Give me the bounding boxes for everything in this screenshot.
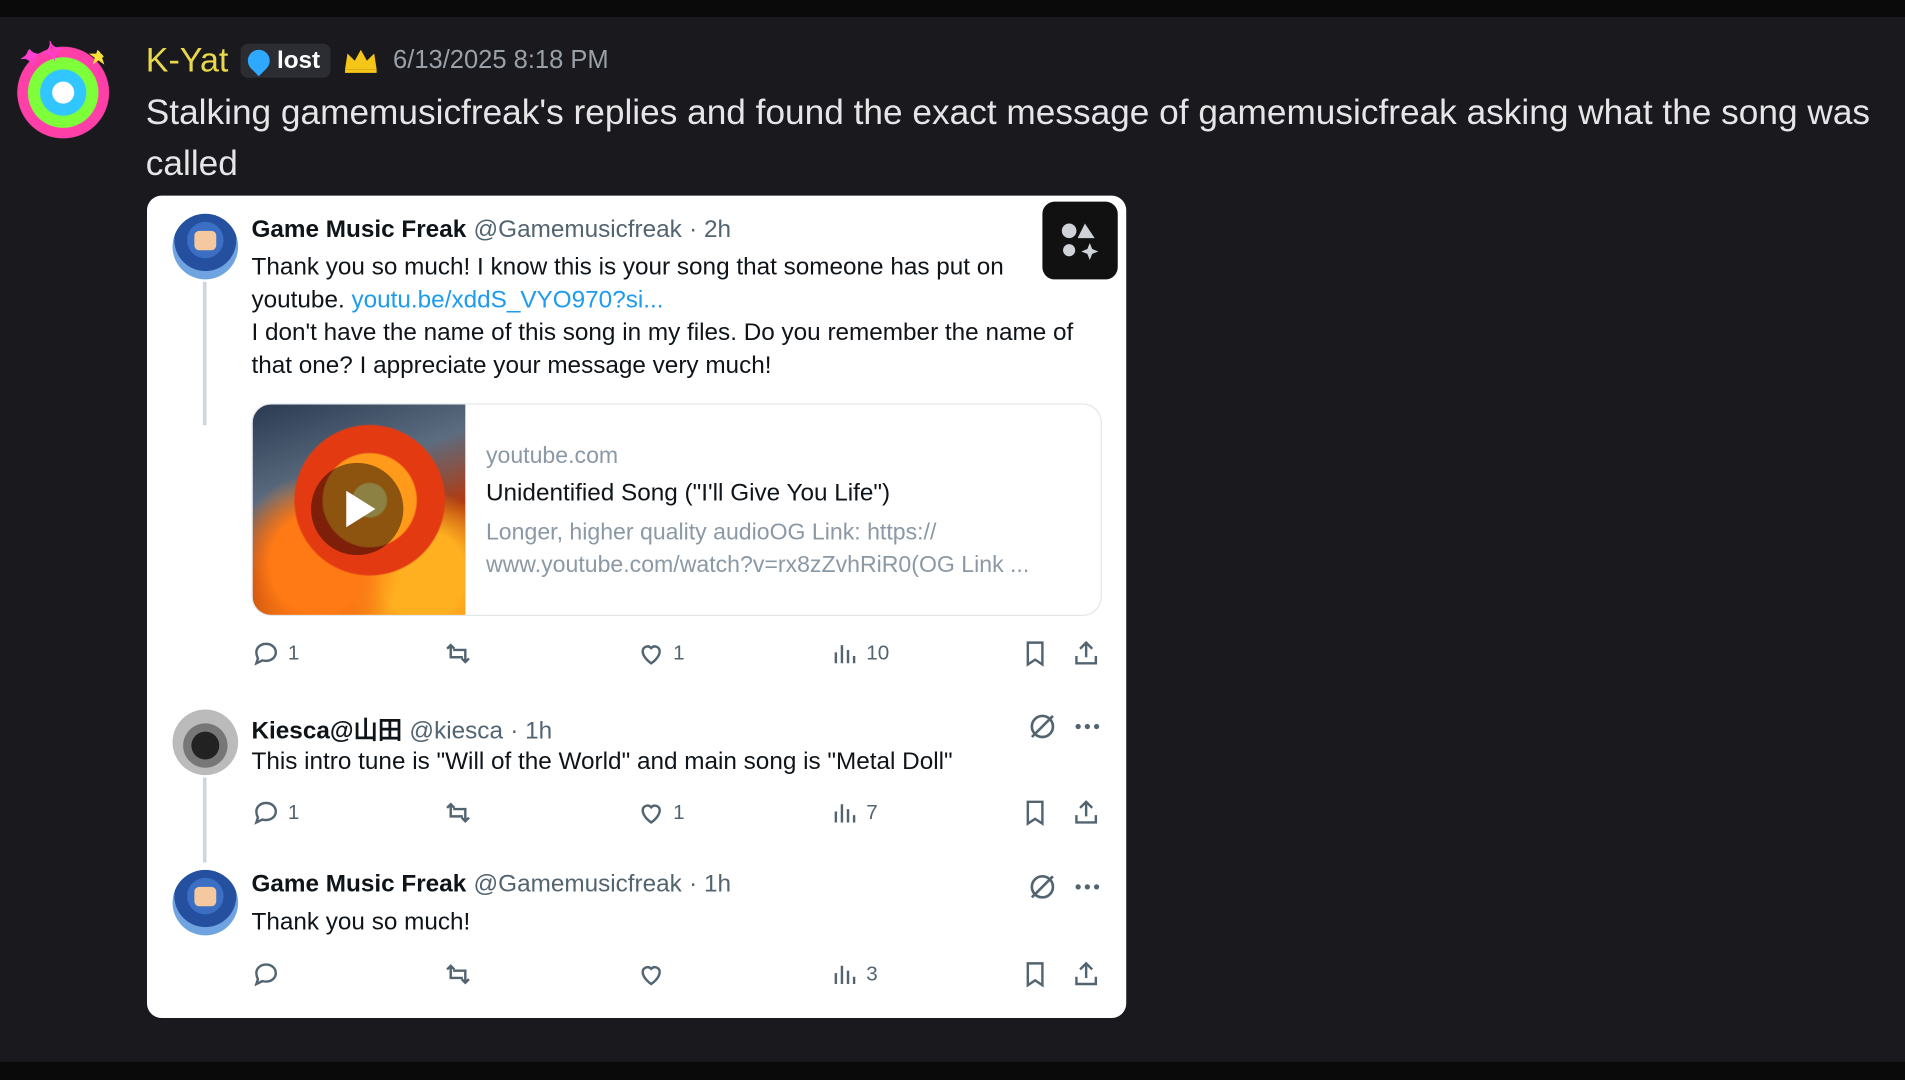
share-icon: [1075, 961, 1098, 986]
views-action: 10: [830, 639, 889, 668]
tweet-actions: 1 1 7: [251, 798, 1101, 832]
share-action: [1072, 639, 1101, 668]
avatar-star-art: ★: [87, 43, 110, 71]
card-domain: youtube.com: [485, 443, 619, 469]
tweet-author-name: Game Music Freak: [251, 216, 467, 243]
reply-action: [251, 960, 280, 989]
share-icon: [1075, 800, 1098, 824]
like-action: 1: [637, 798, 685, 827]
tweet-header: Game Music Freak @Gamemusicfreak · 1h: [251, 871, 731, 899]
avatar-scribble-art: ✦✧: [16, 36, 68, 75]
reply-action: 1: [251, 798, 299, 827]
reply-icon: [254, 801, 278, 825]
views-action: 7: [830, 798, 878, 827]
bookmark-icon: [1026, 800, 1044, 826]
top-bar: [0, 0, 1905, 18]
bookmark-action: [1021, 639, 1050, 668]
username[interactable]: K-Yat: [146, 41, 229, 80]
tweet-body-line: I don't have the name of this song in my…: [251, 319, 1074, 380]
reply-icon: [254, 963, 278, 987]
tweet-handle: @Gamemusicfreak: [473, 871, 682, 898]
like-count: 1: [673, 641, 685, 665]
views-count: 7: [866, 800, 878, 824]
reply-icon: [254, 642, 278, 666]
tweet-avatar: [172, 709, 239, 776]
reply-count: 1: [287, 641, 300, 665]
share-action: [1072, 960, 1101, 989]
link-card: youtube.com Unidentified Song ("I'll Giv…: [251, 403, 1102, 616]
heart-icon: [641, 804, 661, 824]
like-action: [637, 960, 666, 989]
retweet-icon: [446, 964, 470, 985]
card-title: Unidentified Song ("I'll Give You Life"): [485, 479, 891, 507]
card-description: Longer, higher quality audioOG Link: htt…: [485, 519, 1030, 579]
heart-icon: [641, 966, 661, 986]
retweet-action: [443, 798, 472, 827]
tweet-actions: 1 1 10: [251, 639, 1101, 673]
share-icon: [1075, 640, 1098, 665]
more-icon: [1075, 723, 1100, 730]
tweet-body-line: Thank you so much! I know this is your s…: [251, 253, 1004, 281]
reply-count: 1: [287, 800, 300, 824]
discord-message-view: ✦✧ ★ K-Yat lost 6/13/2025 8:18 PM Stalki…: [0, 0, 1905, 1080]
tweet-actions: 3: [251, 960, 1101, 994]
tweet-handle: @kiesca: [409, 717, 503, 745]
retweet-icon: [446, 643, 470, 664]
tweet-avatar: [172, 869, 239, 936]
message-header: K-Yat lost 6/13/2025 8:18 PM: [146, 36, 609, 85]
views-count: 3: [866, 962, 878, 986]
video-thumbnail: [252, 404, 466, 615]
role-tag[interactable]: lost: [240, 43, 330, 78]
grok-icon: [1030, 874, 1055, 899]
views-count: 10: [866, 641, 890, 665]
ai-sparkle-button[interactable]: [1042, 201, 1118, 280]
crown-icon: [344, 49, 377, 73]
water-drop-icon: [243, 45, 275, 77]
tweet-time: · 2h: [689, 216, 732, 243]
more-icon: [1075, 884, 1100, 890]
views-icon: [834, 645, 856, 664]
tweet-header: Kiesca@山田 @kiesca · 1h: [251, 711, 552, 746]
bookmark-icon: [1026, 962, 1044, 988]
tweet-avatar: [172, 213, 239, 280]
retweet-action: [443, 639, 472, 668]
play-button: [311, 462, 404, 556]
views-action: 3: [830, 960, 878, 989]
thread-line: [202, 777, 207, 863]
tweet-time: · 1h: [510, 717, 553, 745]
bookmark-action: [1021, 960, 1050, 989]
user-avatar[interactable]: ✦✧ ★: [12, 36, 115, 139]
retweet-action: [443, 960, 472, 989]
like-count: 1: [673, 800, 685, 824]
tweet-link: youtu.be/xddS_VYO970?si...: [351, 286, 664, 314]
tweet-body-line: youtube. youtu.be/xddS_VYO970?si...: [251, 284, 1101, 317]
message-text: Stalking gamemusicfreak's replies and fo…: [145, 93, 1871, 184]
grok-icon: [1030, 714, 1055, 739]
views-icon: [834, 965, 856, 985]
tweet-handle: @Gamemusicfreak: [473, 216, 682, 243]
bookmark-icon: [1026, 641, 1044, 667]
tweet-author-name: Kiesca@山田: [251, 717, 403, 745]
tweet-body: This intro tune is "Will of the World" a…: [251, 748, 953, 776]
share-action: [1072, 798, 1101, 827]
thread-line: [202, 281, 207, 426]
like-action: 1: [637, 639, 685, 668]
views-icon: [834, 804, 856, 823]
tweet-author-name: Game Music Freak: [251, 871, 467, 898]
heart-icon: [641, 645, 661, 665]
tweet-body: Thank you so much!: [251, 908, 471, 936]
play-icon: [346, 490, 376, 528]
message-timestamp: 6/13/2025 8:18 PM: [393, 46, 609, 75]
sparkle-shapes-icon: [1061, 223, 1099, 260]
bottom-bar: [0, 1061, 1905, 1080]
tweet-body-text: youtube.: [251, 286, 345, 314]
role-tag-label: lost: [276, 46, 321, 74]
retweet-icon: [446, 802, 470, 823]
tweet-header: Game Music Freak @Gamemusicfreak · 2h: [251, 216, 731, 244]
tweet-time: · 1h: [689, 871, 732, 898]
bookmark-action: [1021, 798, 1050, 827]
reply-action: 1: [251, 639, 299, 668]
tweet-body: Thank you so much! I know this is your s…: [251, 251, 1101, 382]
